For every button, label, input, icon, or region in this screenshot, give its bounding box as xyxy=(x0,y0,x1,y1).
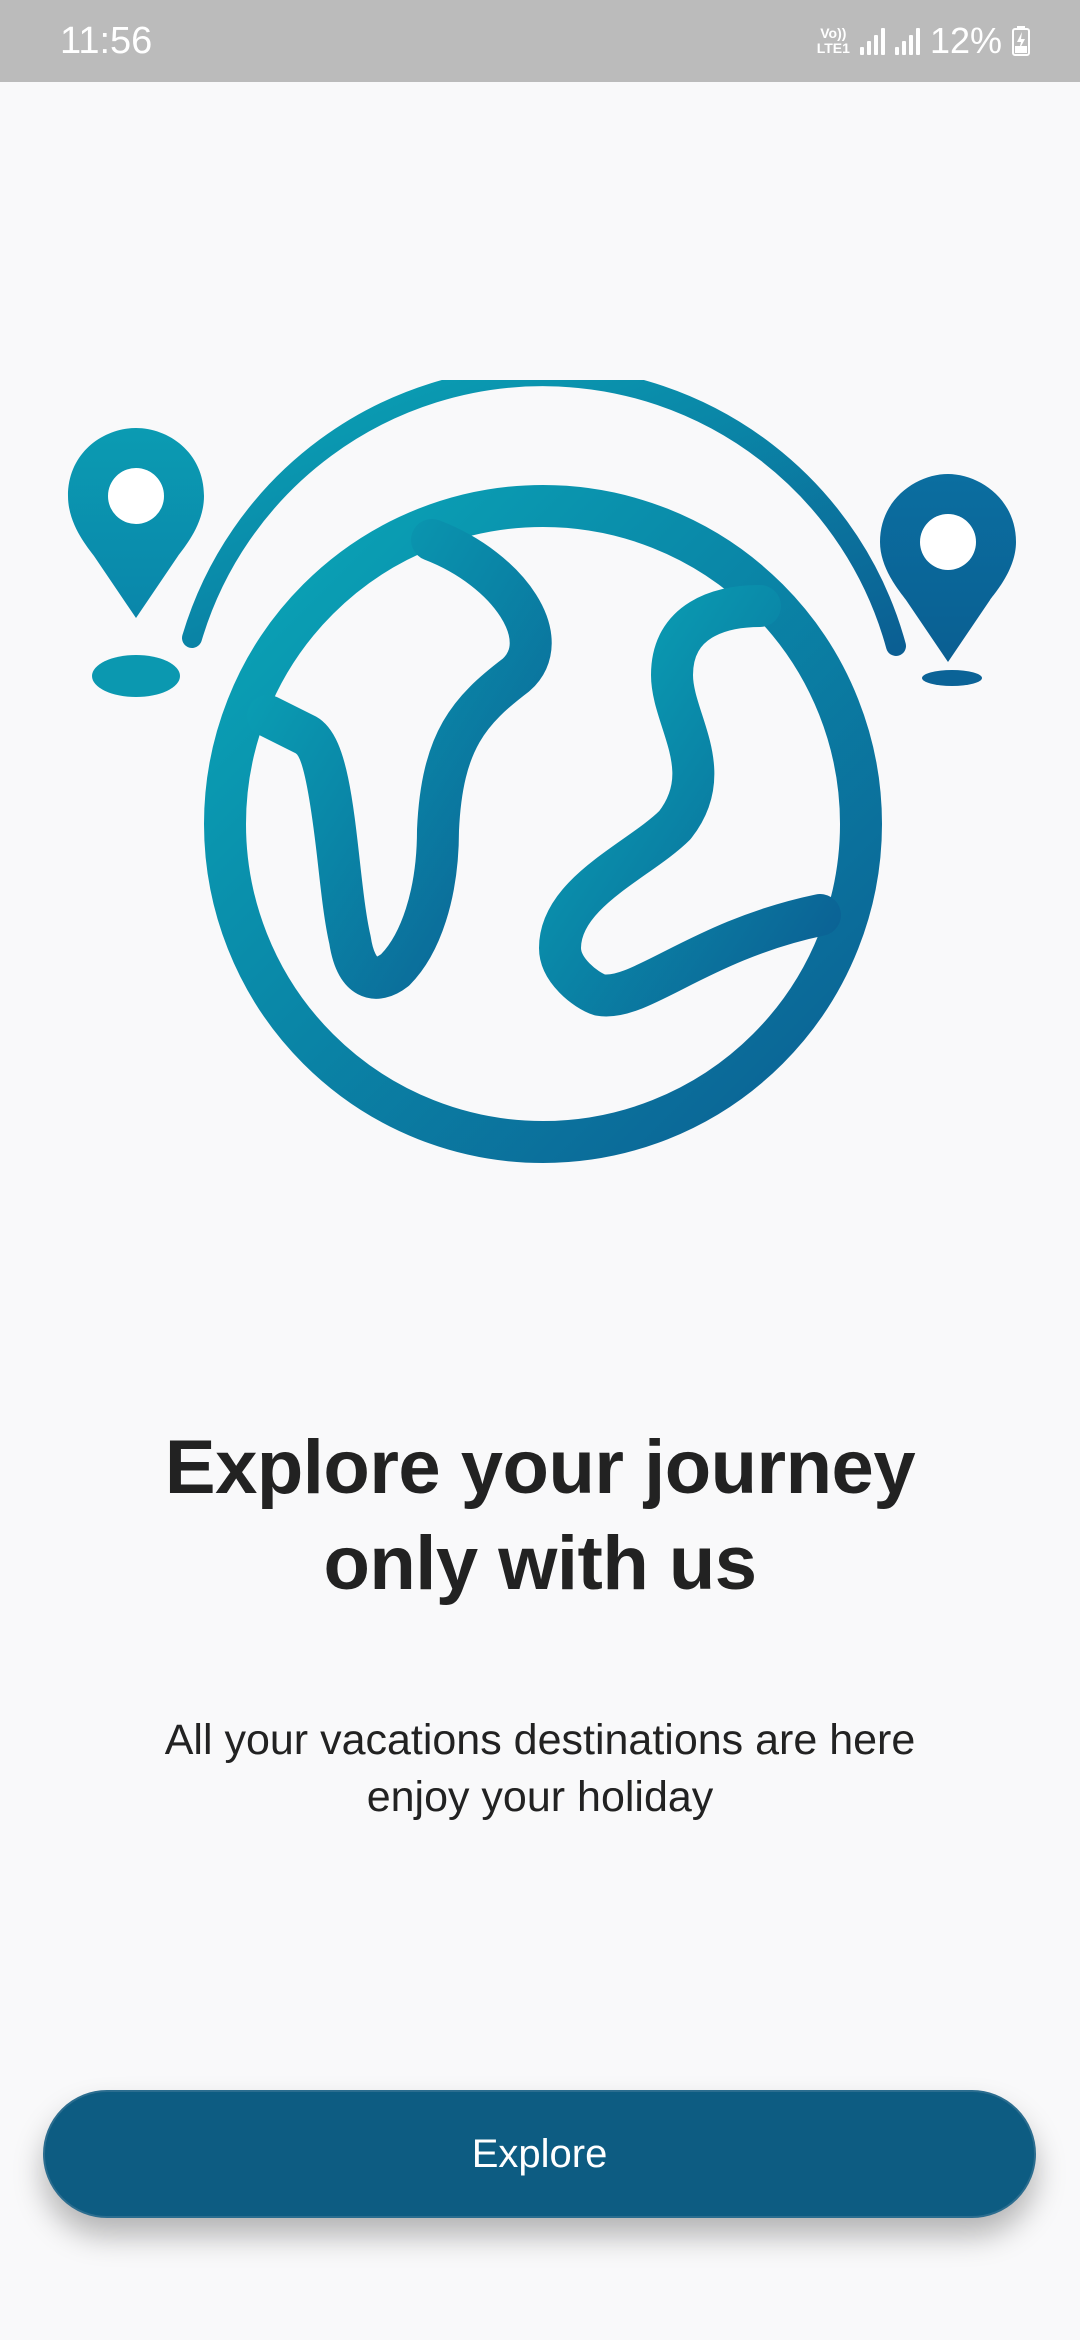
explore-button-label: Explore xyxy=(471,2131,608,2176)
onboarding-subtitle: All your vacations destinations are here… xyxy=(80,1712,1000,1826)
volte-indicator: Vo)) LTE1 xyxy=(817,26,850,56)
status-time: 11:56 xyxy=(60,20,153,62)
onboarding-title-line2: only with us xyxy=(323,1521,757,1606)
volte-label: Vo)) xyxy=(820,25,847,41)
signal-icon xyxy=(859,27,885,55)
status-icons: Vo)) LTE1 12% xyxy=(817,18,1030,64)
explore-button[interactable]: Explore xyxy=(43,2090,1036,2218)
status-bar: 11:56 Vo)) LTE1 12% xyxy=(0,0,1080,82)
battery-percent: 12% xyxy=(929,20,1002,61)
signal-icon-sim2 xyxy=(894,27,920,55)
globe-with-location-pins-icon xyxy=(68,380,1016,1163)
onboarding-subtitle-line1: All your vacations destinations are here xyxy=(164,1716,916,1764)
lte-label: LTE1 xyxy=(816,40,850,56)
battery-charging-icon xyxy=(1012,26,1030,56)
onboarding-title: Explore your journey only with us xyxy=(90,1420,990,1612)
onboarding-title-line1: Explore your journey xyxy=(164,1425,916,1510)
onboarding-subtitle-line2: enjoy your holiday xyxy=(366,1773,714,1821)
